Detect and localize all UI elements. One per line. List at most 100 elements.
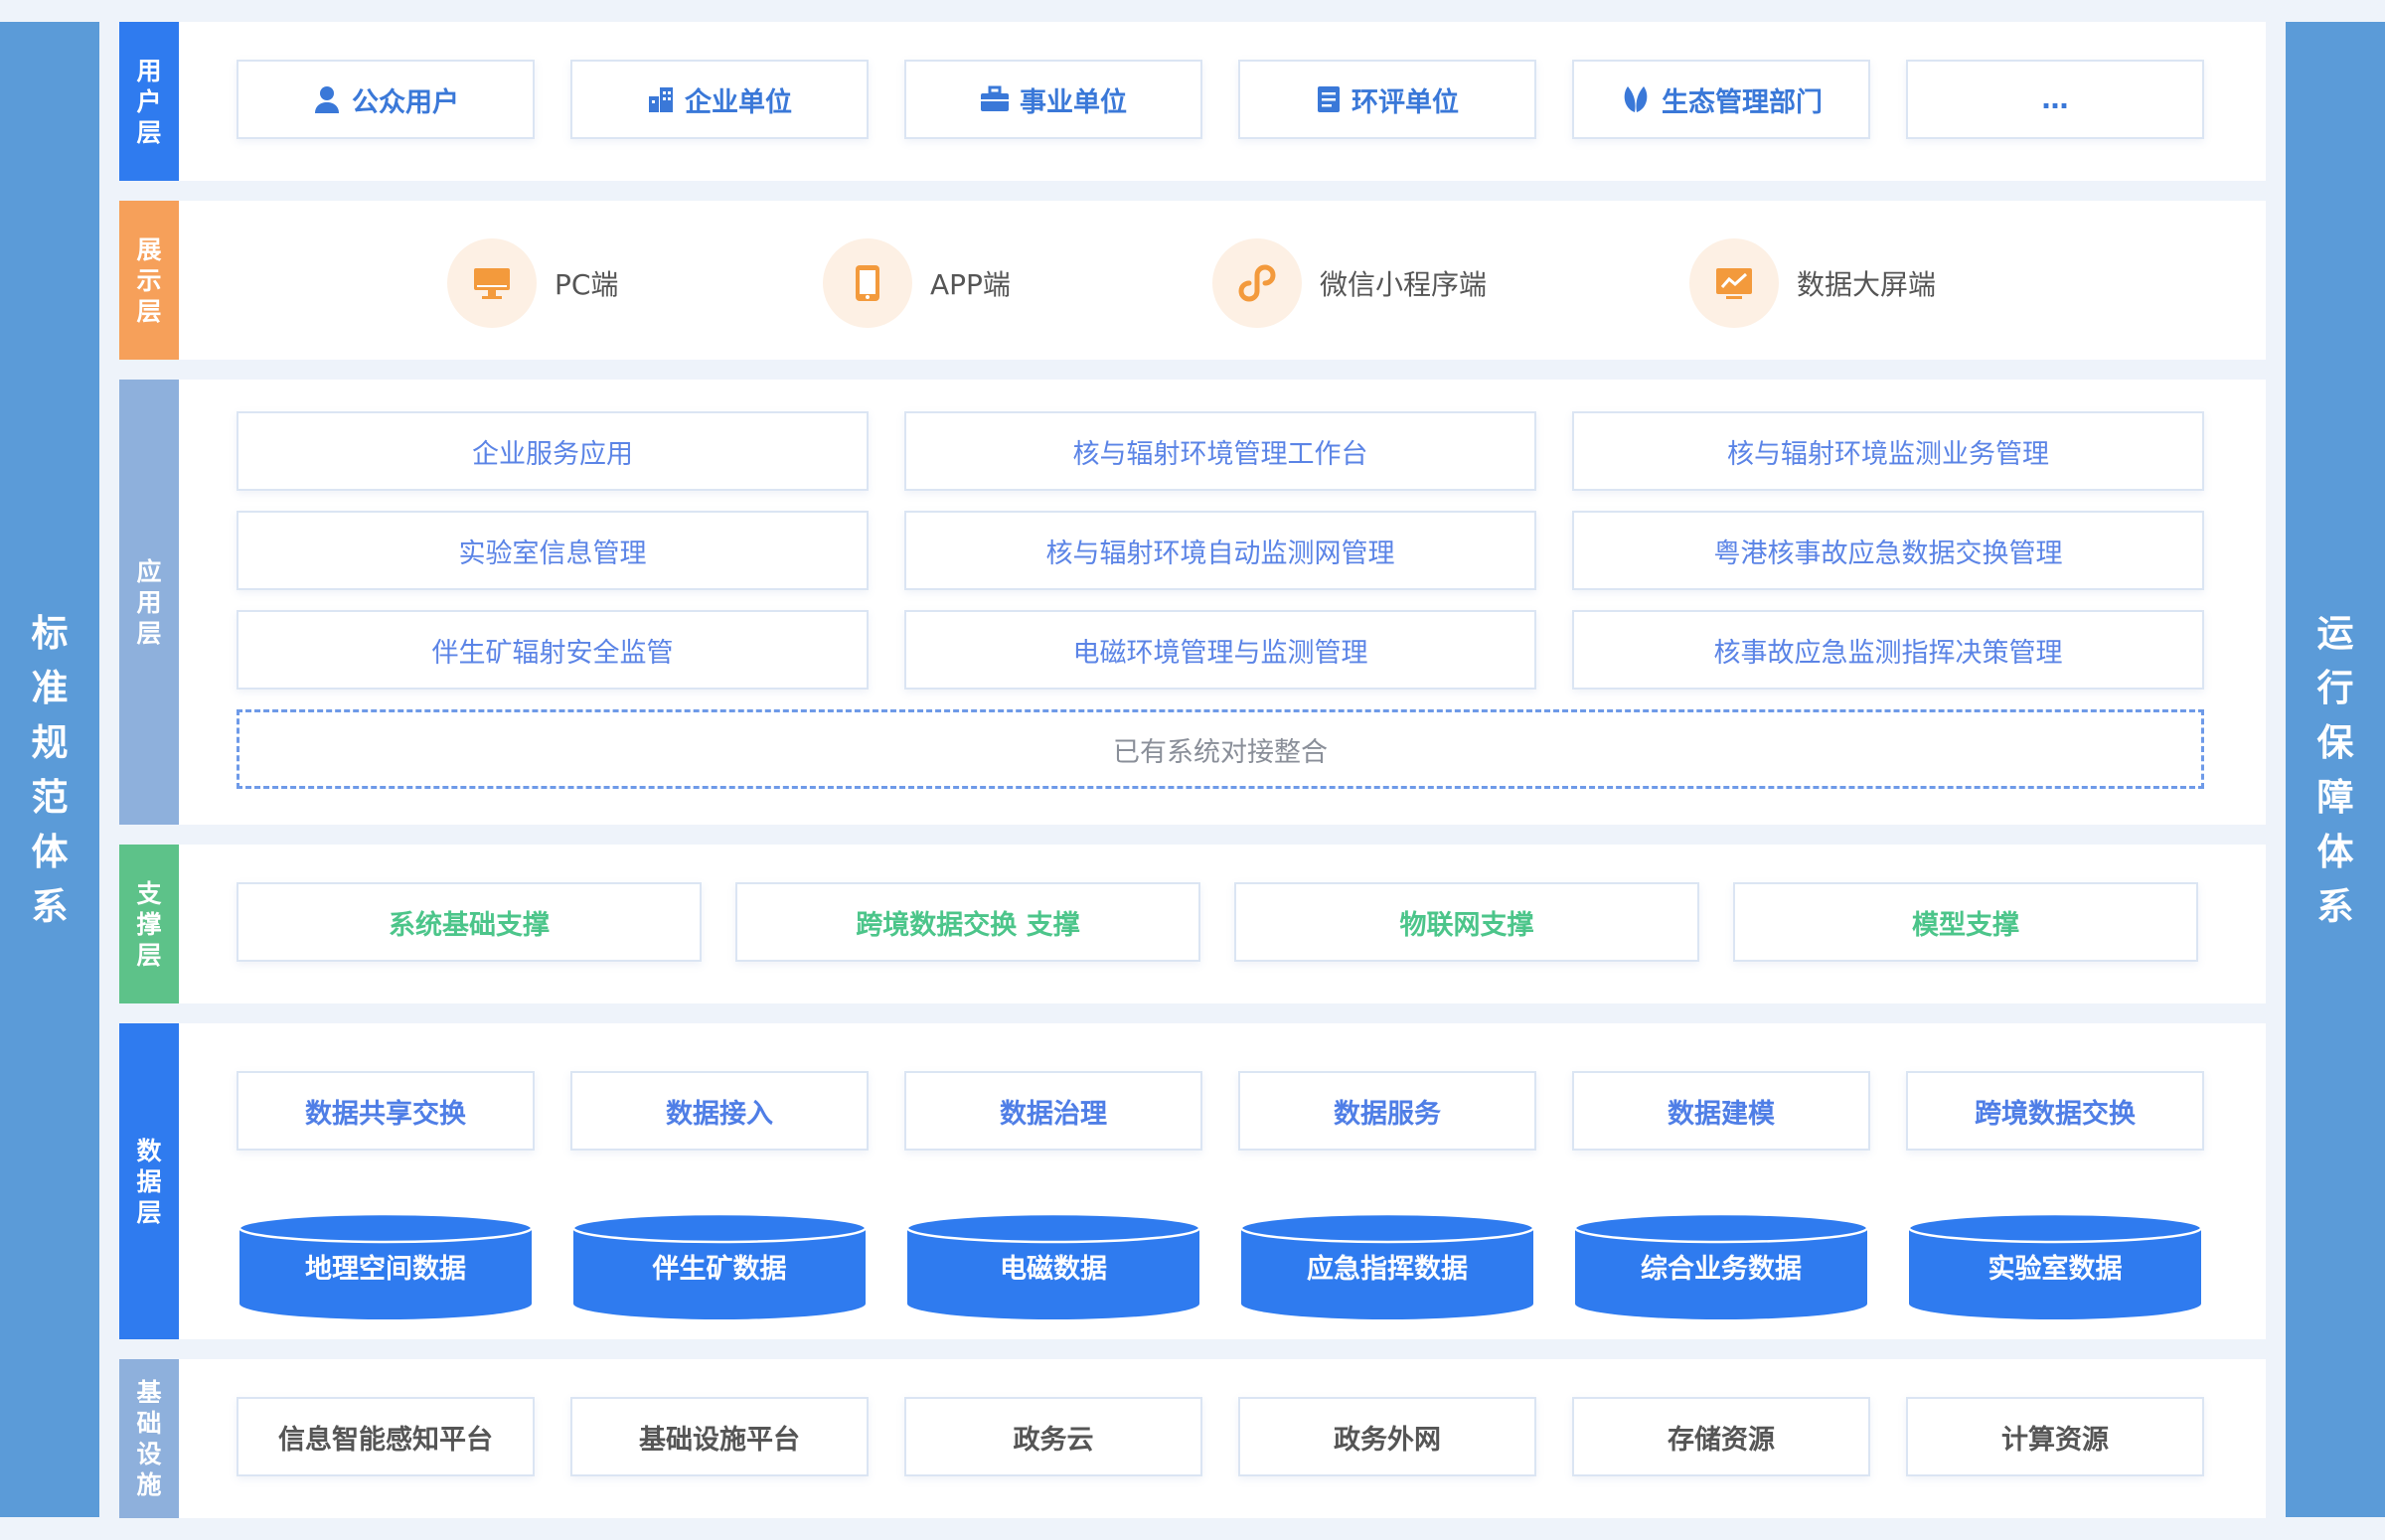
- chart-screen-icon: [1689, 238, 1779, 328]
- operations-system-bar: 运行保障体系: [2286, 22, 2385, 1517]
- app-item-label: 粤港核事故应急数据交换管理: [1713, 538, 2063, 569]
- standards-system-bar: 标准规范体系: [0, 22, 99, 1517]
- document-icon: [1316, 84, 1342, 114]
- user-layer-tab: 用户层: [119, 22, 179, 181]
- infra-item-label: 存储资源: [1668, 1424, 1775, 1456]
- app-item: 粤港核事故应急数据交换管理: [1572, 511, 2204, 590]
- infrastructure-layer-tab: 基础设施: [119, 1359, 179, 1518]
- phone-icon: [823, 238, 912, 328]
- briefcase-icon: [980, 85, 1010, 113]
- infrastructure-layer-tab-label: 基础设施: [136, 1378, 162, 1499]
- app-item: 核与辐射环境自动监测网管理: [904, 511, 1536, 590]
- user-institution: 事业单位: [904, 60, 1202, 139]
- data-service-label: 数据接入: [666, 1098, 773, 1130]
- app-integration: 已有系统对接整合: [237, 709, 2204, 789]
- app-item: 电磁环境管理与监测管理: [904, 610, 1536, 690]
- data-service-label: 数据建模: [1668, 1098, 1775, 1130]
- user-enterprise-label: 企业单位: [685, 86, 792, 118]
- app-integration-label: 已有系统对接整合: [1113, 736, 1328, 768]
- infra-item: 政务外网: [1238, 1397, 1536, 1476]
- user-layer-tab-label: 用户层: [136, 56, 162, 147]
- data-service-label: 跨境数据交换: [1975, 1098, 2136, 1130]
- app-item: 核与辐射环境监测业务管理: [1572, 411, 2204, 491]
- infra-item: 存储资源: [1572, 1397, 1870, 1476]
- support-item-label: 模型支撑: [1912, 909, 2019, 941]
- database-cylinder: 应急指挥数据: [1239, 1212, 1535, 1321]
- app-item-label: 实验室信息管理: [458, 538, 647, 569]
- display-pc: PC端: [447, 238, 618, 328]
- infra-item: 信息智能感知平台: [237, 1397, 535, 1476]
- support-item-label: 系统基础支撑: [389, 909, 550, 941]
- display-layer-tab: 展示层: [119, 201, 179, 360]
- person-icon: [312, 84, 342, 114]
- user-more: …: [1906, 60, 2204, 139]
- leaf-icon: [1620, 84, 1652, 114]
- app-item-label: 电磁环境管理与监测管理: [1072, 637, 1368, 669]
- user-public-label: 公众用户: [352, 86, 459, 118]
- building-icon: [647, 85, 675, 113]
- infrastructure-layer: 基础设施 信息智能感知平台 基础设施平台 政务云 政务外网 存储资源 计算资源: [119, 1359, 2266, 1518]
- user-institution-label: 事业单位: [1020, 86, 1127, 118]
- support-layer: 支撑层 系统基础支撑 跨境数据交换 支撑 物联网支撑 模型支撑: [119, 845, 2266, 1003]
- database-label: 电磁数据: [1000, 1254, 1107, 1285]
- user-enterprise: 企业单位: [570, 60, 869, 139]
- data-service: 数据建模: [1572, 1071, 1870, 1151]
- support-item-label: 物联网支撑: [1399, 909, 1534, 941]
- app-item: 核与辐射环境管理工作台: [904, 411, 1536, 491]
- monitor-icon: [447, 238, 537, 328]
- app-item: 企业服务应用: [237, 411, 869, 491]
- infra-item: 计算资源: [1906, 1397, 2204, 1476]
- data-layer-tab-label: 数据层: [136, 1136, 162, 1227]
- user-layer: 用户层 公众用户 企业单位 事业单位 环评单位 生态管理部门 …: [119, 22, 2266, 181]
- data-service: 数据共享交换: [237, 1071, 535, 1151]
- display-bigscreen-label: 数据大屏端: [1797, 268, 1937, 301]
- user-eia: 环评单位: [1238, 60, 1536, 139]
- data-service: 数据服务: [1238, 1071, 1536, 1151]
- display-bigscreen: 数据大屏端: [1689, 238, 1936, 328]
- infra-item-label: 政务外网: [1334, 1424, 1441, 1456]
- display-layer-tab-label: 展示层: [136, 234, 162, 326]
- app-item-label: 伴生矿辐射安全监管: [431, 637, 674, 669]
- data-layer: 数据层 数据共享交换 数据接入 数据治理 数据服务 数据建模 跨境数据交换 地理…: [119, 1023, 2266, 1339]
- app-item: 伴生矿辐射安全监管: [237, 610, 869, 690]
- database-cylinder: 电磁数据: [905, 1212, 1201, 1321]
- database-label: 综合业务数据: [1641, 1254, 1802, 1285]
- infra-item-label: 基础设施平台: [639, 1424, 800, 1456]
- application-layer: 应用层 企业服务应用 核与辐射环境管理工作台 核与辐射环境监测业务管理 实验室信…: [119, 380, 2266, 825]
- standards-system-label: 标准规范体系: [31, 611, 69, 928]
- display-app: APP端: [823, 238, 1011, 328]
- operations-system-label: 运行保障体系: [2316, 611, 2354, 928]
- data-service: 跨境数据交换: [1906, 1071, 2204, 1151]
- data-service-label: 数据共享交换: [305, 1098, 466, 1130]
- data-service-label: 数据服务: [1334, 1098, 1441, 1130]
- support-layer-tab-label: 支撑层: [136, 878, 162, 970]
- database-label: 地理空间数据: [305, 1254, 466, 1285]
- database-label: 实验室数据: [1988, 1254, 2123, 1285]
- display-miniprogram-label: 微信小程序端: [1320, 268, 1488, 301]
- support-item: 跨境数据交换 支撑: [735, 882, 1200, 962]
- database-cylinder: 实验室数据: [1907, 1212, 2203, 1321]
- support-item: 模型支撑: [1733, 882, 2198, 962]
- data-service: 数据治理: [904, 1071, 1202, 1151]
- user-eia-label: 环评单位: [1352, 86, 1459, 118]
- display-layer: 展示层 PC端 APP端 微信小程序端 数据大屏端: [119, 201, 2266, 360]
- app-item-label: 核事故应急监测指挥决策管理: [1713, 637, 2063, 669]
- infra-item-label: 政务云: [1013, 1424, 1094, 1456]
- data-service: 数据接入: [570, 1071, 869, 1151]
- application-layer-tab: 应用层: [119, 380, 179, 825]
- infra-item-label: 信息智能感知平台: [278, 1424, 493, 1456]
- app-item-label: 核与辐射环境自动监测网管理: [1045, 538, 1395, 569]
- display-app-label: APP端: [930, 268, 1011, 301]
- database-label: 伴生矿数据: [652, 1254, 787, 1285]
- support-item-label: 跨境数据交换 支撑: [856, 909, 1080, 941]
- data-layer-tab: 数据层: [119, 1023, 179, 1339]
- database-cylinder: 综合业务数据: [1573, 1212, 1869, 1321]
- user-more-label: …: [2041, 83, 2069, 115]
- infra-item-label: 计算资源: [2001, 1424, 2109, 1456]
- database-cylinder: 地理空间数据: [238, 1212, 534, 1321]
- data-service-label: 数据治理: [1000, 1098, 1107, 1130]
- app-item-label: 企业服务应用: [472, 438, 633, 470]
- support-item: 物联网支撑: [1234, 882, 1699, 962]
- display-miniprogram: 微信小程序端: [1212, 238, 1487, 328]
- application-layer-tab-label: 应用层: [136, 556, 162, 648]
